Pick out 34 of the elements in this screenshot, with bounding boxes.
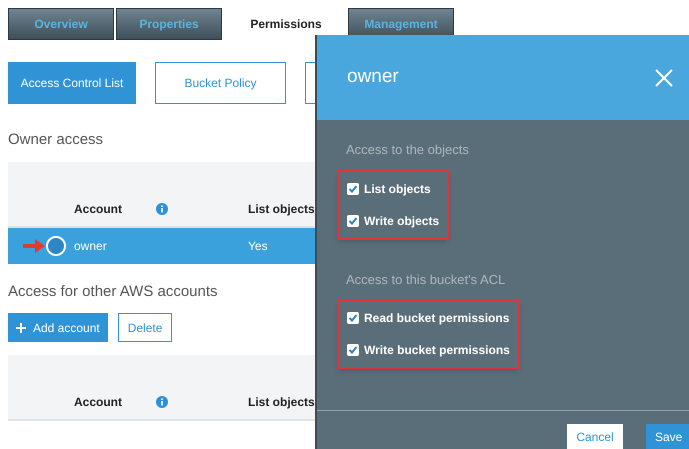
- panel-title: owner: [347, 65, 399, 90]
- section-title: Owner access: [8, 130, 104, 150]
- close-icon[interactable]: [655, 68, 673, 86]
- tab-button[interactable]: Bucket Policy: [155, 62, 286, 104]
- column-header: Account: [74, 200, 122, 218]
- plus-icon: [16, 322, 26, 332]
- add-button[interactable]: Add account: [8, 313, 108, 342]
- delete-button[interactable]: Delete: [118, 313, 172, 342]
- checkbox-option[interactable]: Write objects: [347, 212, 440, 230]
- tab-button[interactable]: Access Control List: [8, 62, 136, 104]
- checkbox-option[interactable]: Read bucket permissions: [347, 309, 510, 327]
- table-cell-text: owner: [74, 238, 108, 254]
- save-button[interactable]: Save: [646, 424, 689, 449]
- checkbox[interactable]: [347, 182, 359, 194]
- checkbox-option[interactable]: Write bucket permissions: [347, 341, 510, 359]
- section-label: Access to the objects: [345, 141, 470, 159]
- section-title: Access for other AWS accounts: [8, 282, 218, 302]
- table-cell-text: Yes: [248, 238, 268, 254]
- checkbox[interactable]: [347, 214, 359, 226]
- check-icon: [348, 345, 358, 355]
- cancel-button[interactable]: Cancel: [567, 424, 623, 449]
- checkbox-option[interactable]: List objects: [347, 180, 440, 198]
- check-icon: [348, 216, 358, 226]
- checkbox[interactable]: [347, 344, 359, 356]
- radio-button[interactable]: [46, 236, 66, 256]
- column-header: List objects: [248, 394, 315, 411]
- column-header: Account: [74, 394, 122, 411]
- check-icon: [348, 184, 358, 194]
- check-icon: [348, 313, 358, 323]
- section-label: Access to this bucket's ACL: [345, 270, 506, 288]
- tab[interactable]: Properties: [116, 8, 222, 40]
- column-header: List objects: [248, 200, 315, 218]
- tab[interactable]: Overview: [8, 8, 114, 40]
- checkbox[interactable]: [347, 312, 359, 324]
